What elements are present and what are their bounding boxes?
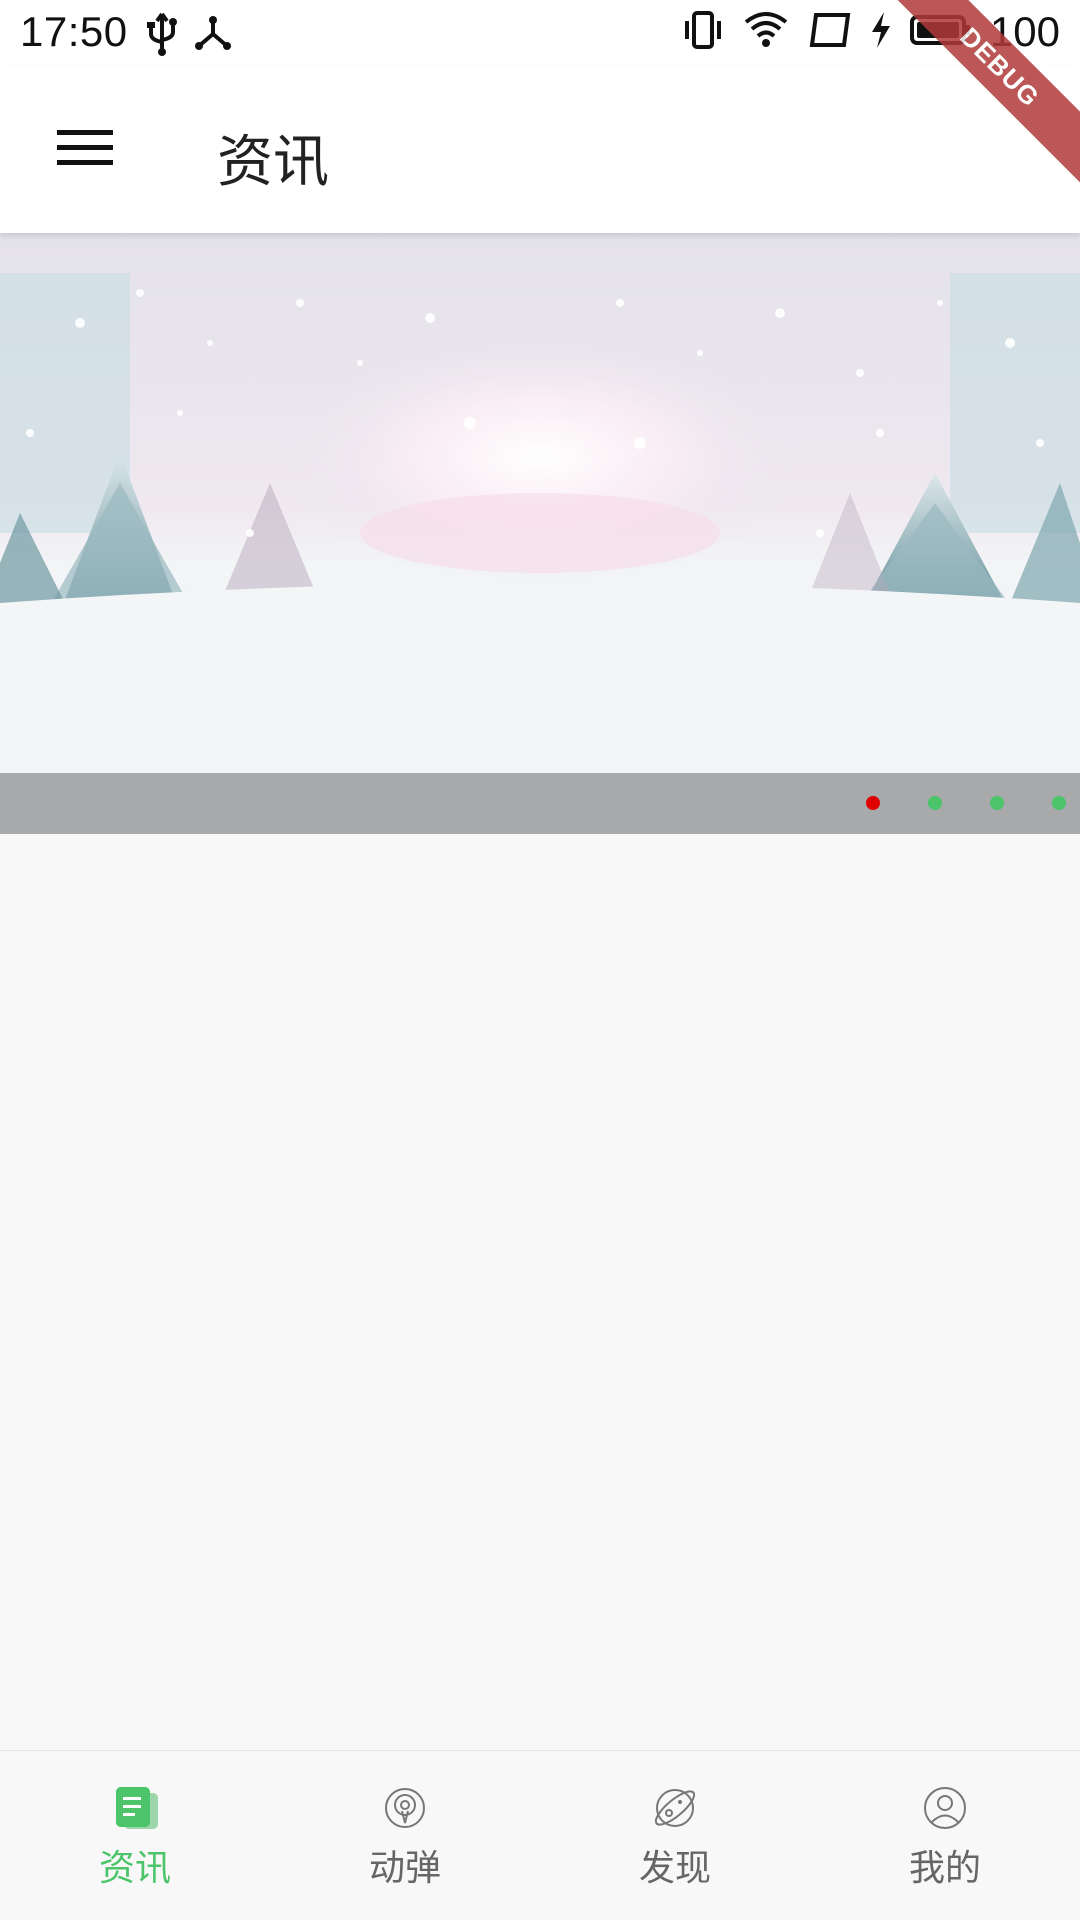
hamburger-menu-icon — [57, 128, 113, 172]
bottom-navigation: 资讯 动弹 发现 我的 — [0, 1750, 1080, 1920]
nav-item-discover[interactable]: 发现 — [540, 1751, 810, 1920]
nav-label-discover: 发现 — [638, 1848, 711, 1889]
carousel-dot-3[interactable] — [990, 796, 1004, 810]
status-time: 17:50 — [20, 8, 128, 55]
podcast-icon — [382, 1785, 428, 1831]
carousel-dot-4[interactable] — [1052, 796, 1066, 810]
charging-icon — [870, 10, 892, 54]
usb-icon — [145, 12, 179, 60]
page-title: 资讯 — [217, 130, 329, 195]
network-share-icon — [193, 12, 233, 60]
nav-label-tweets: 动弹 — [368, 1848, 441, 1889]
planet-icon — [652, 1785, 698, 1831]
carousel-dots — [866, 796, 1066, 810]
nav-item-mine[interactable]: 我的 — [810, 1751, 1080, 1920]
wifi-icon — [742, 10, 790, 54]
nav-item-tweets[interactable]: 动弹 — [270, 1751, 540, 1920]
nav-item-news[interactable]: 资讯 — [0, 1751, 270, 1920]
app-screen: 17:50 100 DEBUG 资讯 资讯 动弹 发现 我的 — [0, 0, 1080, 1920]
carousel-dot-2[interactable] — [928, 796, 942, 810]
app-bar: 资讯 — [0, 67, 1080, 233]
banner-image — [0, 233, 1080, 773]
status-icons-left — [145, 12, 233, 60]
nav-label-mine: 我的 — [908, 1848, 981, 1889]
cast-icon — [808, 11, 852, 53]
news-icon — [112, 1785, 158, 1831]
banner-carousel[interactable] — [0, 233, 1080, 773]
content-area — [0, 834, 1080, 1750]
vibrate-icon — [682, 9, 724, 55]
menu-button[interactable] — [40, 115, 130, 185]
carousel-dot-1[interactable] — [866, 796, 880, 810]
nav-label-news: 资讯 — [98, 1848, 171, 1889]
user-icon — [922, 1785, 968, 1831]
carousel-indicator-bar — [0, 773, 1080, 834]
